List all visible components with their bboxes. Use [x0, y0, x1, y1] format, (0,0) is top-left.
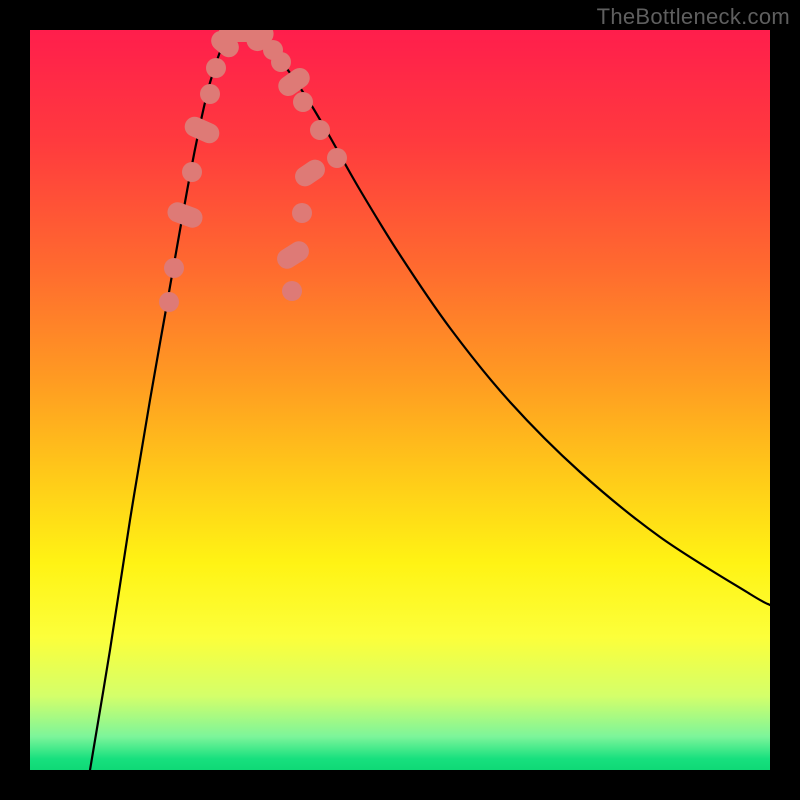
marker-dot	[164, 258, 184, 278]
marker-dot	[159, 292, 179, 312]
marker-dot	[182, 162, 202, 182]
marker-dot	[292, 203, 312, 223]
marker-dot	[310, 120, 330, 140]
plot-area	[30, 30, 770, 770]
gradient-background	[30, 30, 770, 770]
marker-dot	[282, 281, 302, 301]
chart-svg	[30, 30, 770, 770]
chart-frame: TheBottleneck.com	[0, 0, 800, 800]
marker-dot	[200, 84, 220, 104]
marker-dot	[271, 52, 291, 72]
marker-dot	[206, 58, 226, 78]
marker-dot	[327, 148, 347, 168]
watermark-text: TheBottleneck.com	[597, 4, 790, 30]
marker-dot	[293, 92, 313, 112]
